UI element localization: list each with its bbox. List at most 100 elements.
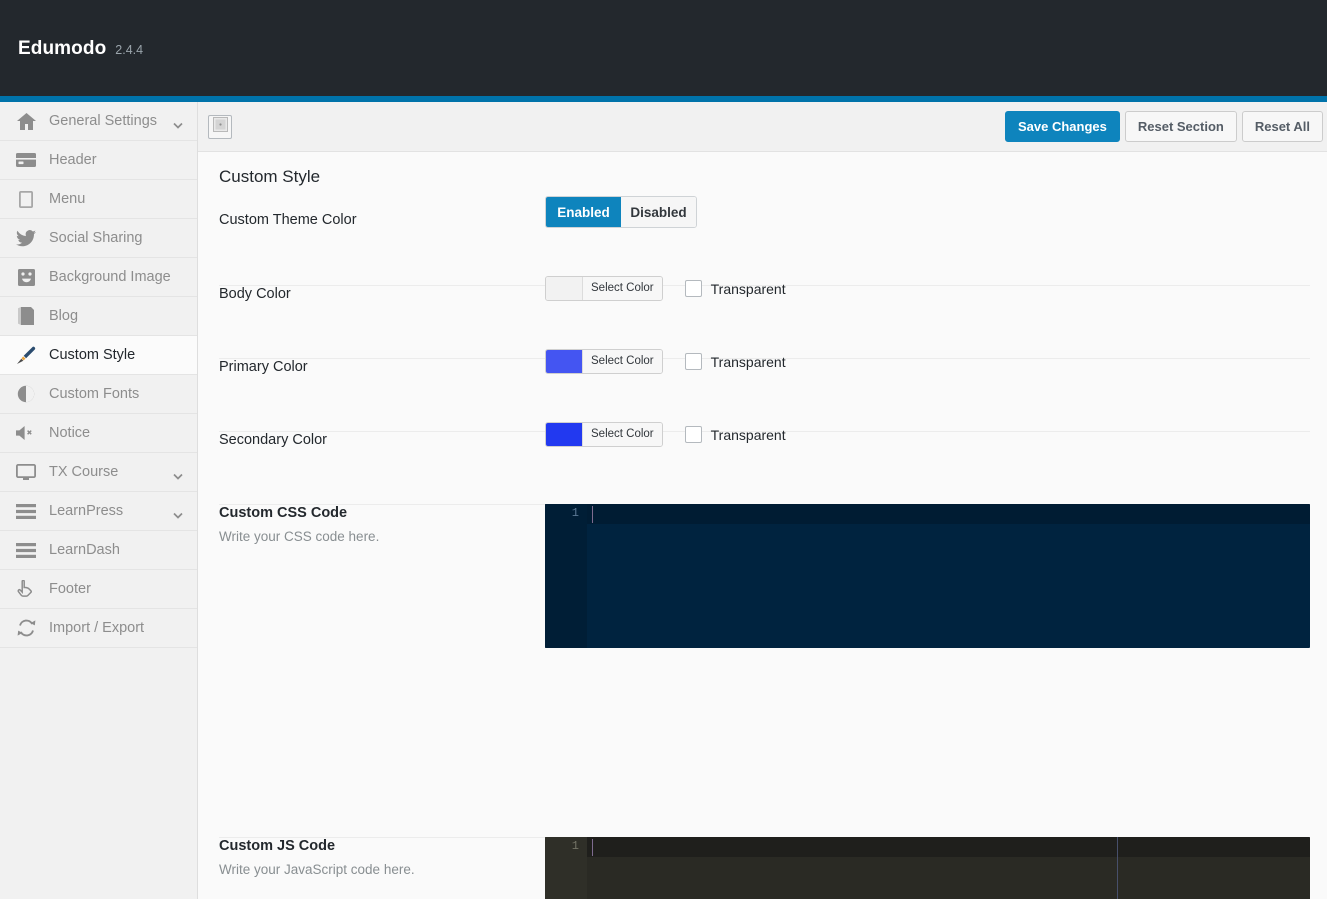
checkbox-label: Transparent	[711, 281, 786, 297]
sidebar-item-label: Custom Style	[42, 347, 135, 363]
sidebar-item-background-image[interactable]: Background Image	[0, 258, 197, 297]
speaker-mute-icon	[10, 422, 42, 444]
select-color-label: Select Color	[582, 350, 662, 373]
field-label: Custom Theme Color	[219, 212, 357, 228]
field-custom-js-code: Custom JS Code Write your JavaScript cod…	[219, 838, 1310, 899]
secondary-color-transparent-toggle[interactable]: Transparent	[685, 426, 786, 443]
custom-js-editor[interactable]: 1	[545, 837, 1310, 899]
reset-all-button[interactable]: Reset All	[1242, 111, 1323, 142]
field-description: Write your JavaScript code here.	[219, 862, 415, 877]
book-icon	[10, 305, 42, 327]
app-version: 2.4.4	[115, 43, 143, 57]
home-icon	[10, 110, 42, 132]
checkbox[interactable]	[685, 426, 702, 443]
checkbox[interactable]	[685, 280, 702, 297]
image-placeholder-icon	[213, 117, 228, 137]
custom-css-editor[interactable]: 1	[545, 504, 1310, 648]
field-description: Write your CSS code here.	[219, 529, 379, 544]
sidebar-item-menu[interactable]: Menu	[0, 180, 197, 219]
bars-icon	[10, 500, 42, 522]
sidebar-item-learnpress[interactable]: LearnPress	[0, 492, 197, 531]
body-color-picker[interactable]: Select Color	[545, 276, 663, 301]
sidebar-item-import-export[interactable]: Import / Export	[0, 609, 197, 648]
bars-icon	[10, 539, 42, 561]
field-label: Secondary Color	[219, 432, 327, 448]
field-secondary-color: Secondary Color Select Color Transparent	[219, 432, 1310, 505]
field-custom-theme-color: Custom Theme Color Enabled Disabled	[219, 212, 1310, 286]
toolbar-buttons: Save Changes Reset Section Reset All	[1005, 111, 1323, 142]
sidebar: General Settings Header Menu Social Shar…	[0, 102, 198, 899]
editor-caret	[592, 839, 593, 856]
brush-icon	[10, 344, 42, 366]
page-title: Custom Style	[219, 167, 320, 187]
editor-print-margin	[1117, 837, 1118, 899]
color-swatch	[546, 423, 582, 446]
sidebar-item-label: Footer	[42, 581, 91, 597]
field-custom-css-code: Custom CSS Code Write your CSS code here…	[219, 505, 1310, 838]
checkbox-label: Transparent	[711, 354, 786, 370]
save-button[interactable]: Save Changes	[1005, 111, 1120, 142]
editor-line-number: 1	[545, 839, 579, 853]
sidebar-nav: General Settings Header Menu Social Shar…	[0, 102, 197, 648]
field-label: Body Color	[219, 286, 291, 302]
settings-panel: Custom Style Custom Theme Color Enabled …	[198, 153, 1327, 899]
content-area: Save Changes Reset Section Reset All Cus…	[198, 102, 1327, 899]
sidebar-item-label: Menu	[42, 191, 85, 207]
checkbox[interactable]	[685, 353, 702, 370]
expand-options-button[interactable]	[208, 115, 232, 139]
sidebar-item-label: Notice	[42, 425, 90, 441]
monitor-icon	[10, 461, 42, 483]
sidebar-item-header[interactable]: Header	[0, 141, 197, 180]
select-color-label: Select Color	[582, 277, 662, 300]
square-icon	[10, 188, 42, 210]
app-name: Edumodo	[18, 38, 106, 60]
sidebar-item-label: LearnDash	[42, 542, 120, 558]
image-smiley-icon	[10, 266, 42, 288]
sidebar-item-learndash[interactable]: LearnDash	[0, 531, 197, 570]
sidebar-item-blog[interactable]: Blog	[0, 297, 197, 336]
editor-line-number: 1	[545, 506, 579, 520]
sidebar-item-label: Blog	[42, 308, 78, 324]
body-color-transparent-toggle[interactable]: Transparent	[685, 280, 786, 297]
sidebar-item-footer[interactable]: Footer	[0, 570, 197, 609]
sidebar-item-label: Background Image	[42, 269, 171, 285]
custom-theme-color-toggle[interactable]: Enabled Disabled	[545, 196, 697, 228]
sidebar-item-label: Social Sharing	[42, 230, 143, 246]
sidebar-item-label: TX Course	[42, 464, 118, 480]
sidebar-item-tx-course[interactable]: TX Course	[0, 453, 197, 492]
brand: Edumodo 2.4.4	[18, 38, 143, 60]
field-label: Custom CSS Code	[219, 505, 347, 521]
primary-color-picker[interactable]: Select Color	[545, 349, 663, 374]
editor-active-line	[545, 504, 1310, 524]
sidebar-item-notice[interactable]: Notice	[0, 414, 197, 453]
content-toolbar: Save Changes Reset Section Reset All	[198, 102, 1327, 152]
editor-caret	[592, 506, 593, 523]
sidebar-item-label: Import / Export	[42, 620, 144, 636]
sidebar-item-social-sharing[interactable]: Social Sharing	[0, 219, 197, 258]
checkbox-label: Transparent	[711, 427, 786, 443]
contrast-icon	[10, 383, 42, 405]
reset-section-button[interactable]: Reset Section	[1125, 111, 1237, 142]
field-label: Primary Color	[219, 359, 308, 375]
field-control: Enabled Disabled	[545, 196, 697, 228]
sidebar-item-custom-fonts[interactable]: Custom Fonts	[0, 375, 197, 414]
secondary-color-picker[interactable]: Select Color	[545, 422, 663, 447]
refresh-icon	[10, 617, 42, 639]
chevron-down-icon	[173, 117, 183, 127]
toggle-enabled-option[interactable]: Enabled	[546, 197, 621, 227]
select-color-label: Select Color	[582, 423, 662, 446]
sidebar-item-general-settings[interactable]: General Settings	[0, 102, 197, 141]
sidebar-item-label: General Settings	[42, 113, 157, 129]
twitter-icon	[10, 227, 42, 249]
color-swatch	[546, 277, 582, 300]
card-icon	[10, 149, 42, 171]
field-label: Custom JS Code	[219, 838, 335, 854]
toggle-disabled-option[interactable]: Disabled	[621, 197, 696, 227]
field-control: Select Color Transparent	[545, 276, 786, 301]
sidebar-item-custom-style[interactable]: Custom Style	[0, 336, 197, 375]
primary-color-transparent-toggle[interactable]: Transparent	[685, 353, 786, 370]
editor-active-line	[545, 837, 1310, 857]
sidebar-empty-area	[0, 648, 197, 899]
editor-gutter	[545, 504, 587, 648]
app-header: Edumodo 2.4.4	[0, 0, 1327, 96]
